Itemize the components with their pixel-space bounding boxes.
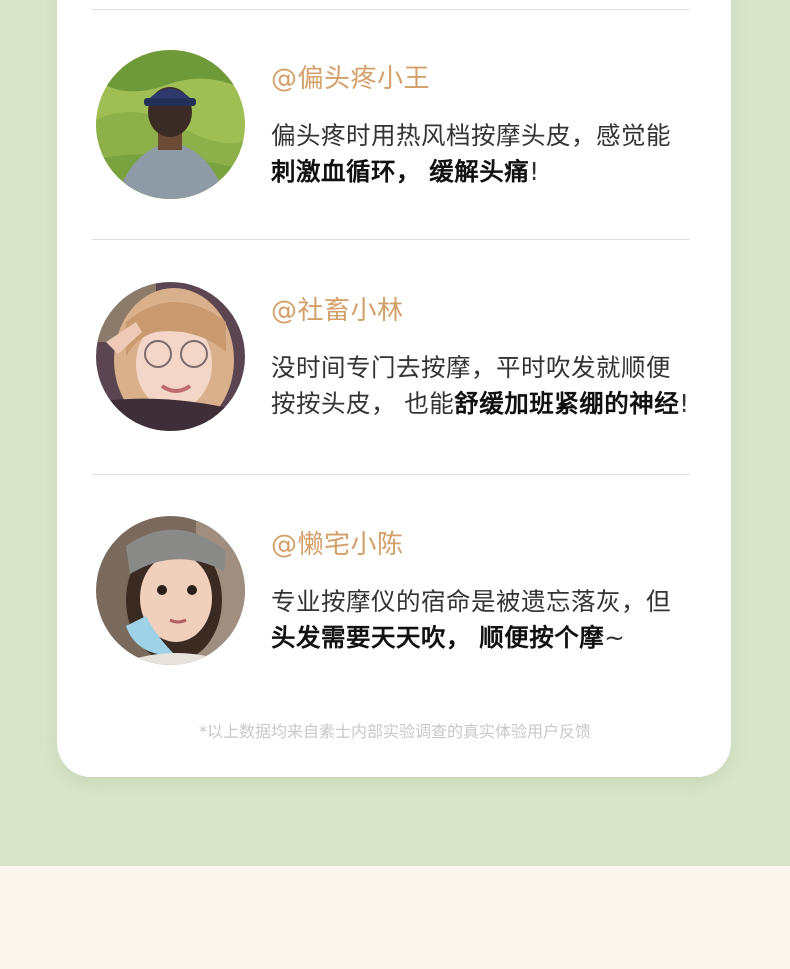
comment-line-1: 专业按摩仪的宿命是被遗忘落灰，但: [271, 587, 671, 616]
username: @社畜小林: [271, 296, 404, 326]
avatar-user-2: [96, 282, 245, 431]
review-1: @偏头疼小王 偏头疼时用热风档按摩头皮，感觉能 刺激血循环， 缓解头痛!: [271, 64, 711, 190]
comment-text: ~: [604, 623, 626, 652]
username: @懒宅小陈: [271, 530, 404, 560]
avatar-photo-hiker: [96, 50, 245, 199]
avatar-user-3: [96, 516, 245, 665]
comment-text: !: [529, 157, 540, 186]
divider: [92, 9, 690, 10]
comment-highlight: 舒缓加班紧绷的神经: [454, 389, 680, 418]
avatar-user-1: [96, 50, 245, 199]
comment-highlight: 缓解头痛: [429, 157, 530, 186]
comment-text: !: [679, 389, 690, 418]
review-comment: 没时间专门去按摩，平时吹发就顺便 按按头皮， 也能舒缓加班紧绷的神经!: [271, 350, 711, 422]
divider: [92, 239, 690, 240]
divider: [92, 474, 690, 475]
bottom-band: [0, 866, 790, 969]
comment-highlight: 顺便按个摩: [479, 623, 605, 652]
avatar-photo-girl-mask: [96, 516, 245, 665]
comment-highlight: 刺激血循环，: [271, 157, 421, 186]
review-comment: 偏头疼时用热风档按摩头皮，感觉能 刺激血循环， 缓解头痛!: [271, 118, 711, 190]
comment-highlight: 头发需要天天吹，: [271, 623, 471, 652]
comment-line-1: 偏头疼时用热风档按摩头皮，感觉能: [271, 121, 671, 150]
comment-text: 按按头皮， 也能: [271, 389, 455, 418]
review-comment: 专业按摩仪的宿命是被遗忘落灰，但 头发需要天天吹， 顺便按个摩~: [271, 584, 711, 656]
avatar-photo-girl-glasses: [96, 282, 245, 431]
review-2: @社畜小林 没时间专门去按摩，平时吹发就顺便 按按头皮， 也能舒缓加班紧绷的神经…: [271, 296, 711, 422]
username: @偏头疼小王: [271, 64, 431, 94]
comment-line-1: 没时间专门去按摩，平时吹发就顺便: [271, 353, 671, 382]
review-3: @懒宅小陈 专业按摩仪的宿命是被遗忘落灰，但 头发需要天天吹， 顺便按个摩~: [271, 530, 711, 656]
footnote: *以上数据均来自素士内部实验调查的真实体验用户反馈: [198, 722, 591, 741]
